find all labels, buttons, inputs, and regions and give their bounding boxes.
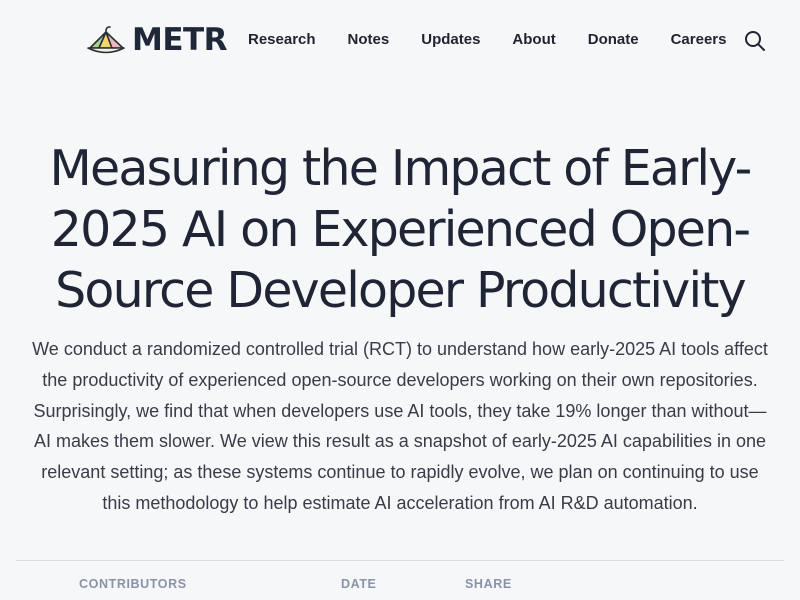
nav-donate[interactable]: Donate (588, 28, 639, 52)
site-header: METR Research Notes Updates About Donate… (0, 0, 800, 80)
date-label: DATE (341, 577, 377, 591)
nav-careers[interactable]: Careers (671, 28, 727, 52)
metr-logo-icon (87, 26, 125, 54)
search-button[interactable] (741, 27, 769, 55)
page: METR Research Notes Updates About Donate… (0, 0, 800, 600)
nav-notes[interactable]: Notes (348, 28, 390, 52)
article-title: Measuring the Impact of Early-2025 AI on… (49, 140, 753, 319)
search-icon (745, 31, 765, 51)
share-label: SHARE (465, 577, 512, 591)
contributors-label: CONTRIBUTORS (79, 577, 187, 591)
home-logo-link[interactable]: METR (84, 20, 228, 60)
brand-name: METR (132, 22, 228, 58)
main-nav: Research Notes Updates About Donate Care… (248, 28, 726, 52)
nav-updates[interactable]: Updates (421, 28, 480, 52)
article-abstract: We conduct a randomized controlled trial… (32, 339, 768, 513)
section-divider (16, 560, 784, 561)
nav-research[interactable]: Research (248, 28, 316, 52)
nav-about[interactable]: About (512, 28, 555, 52)
